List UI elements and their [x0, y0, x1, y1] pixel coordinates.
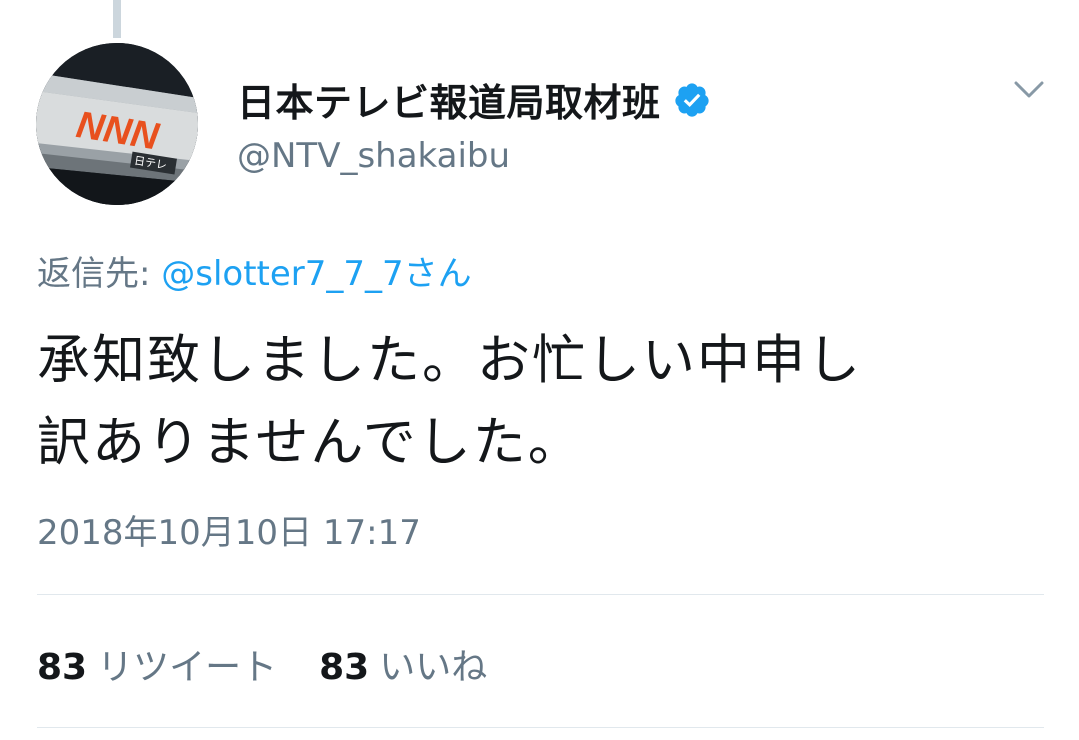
chevron-down-icon[interactable]: [1012, 72, 1046, 106]
reply-to-mention-link[interactable]: @slotter7_7_7さん: [161, 254, 471, 294]
divider-top: [37, 594, 1044, 595]
tweet-body: 承知致しました。お忙しい中申し 訳ありませんでした。: [37, 320, 1047, 484]
retweets-stat[interactable]: 83 リツイート: [37, 638, 277, 690]
author-handle[interactable]: @NTV_shakaibu: [237, 136, 510, 176]
tweet-text-line-1: 承知致しました。お忙しい中申し: [37, 330, 862, 391]
display-name-text: 日本テレビ報道局取材班: [237, 81, 661, 125]
tweet-stats: 83 リツイート 83 いいね: [37, 638, 529, 690]
tweet-timestamp[interactable]: 2018年10月10日 17:17: [37, 505, 421, 554]
reply-to-prefix: 返信先:: [37, 254, 162, 294]
author-display-name[interactable]: 日本テレビ報道局取材班: [237, 72, 711, 127]
likes-count: 83: [319, 647, 370, 688]
avatar[interactable]: NNN 日テレ: [36, 43, 198, 205]
retweets-label: リツイート: [97, 647, 278, 688]
tweet-text-line-2: 訳ありませんでした。: [37, 412, 583, 473]
retweets-count: 83: [37, 647, 88, 688]
reply-to-line: 返信先: @slotter7_7_7さん: [37, 246, 472, 295]
thread-connector-line: [113, 0, 121, 38]
likes-label: いいね: [379, 647, 488, 688]
avatar-image: NNN 日テレ: [36, 43, 198, 205]
divider-bottom: [37, 727, 1044, 728]
verified-badge-icon: [674, 82, 709, 117]
likes-stat[interactable]: 83 いいね: [319, 638, 487, 690]
